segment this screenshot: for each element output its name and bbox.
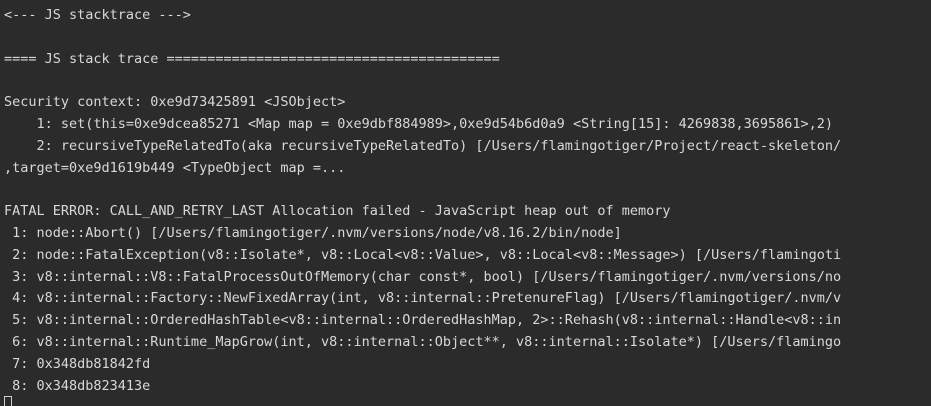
stacktrace-banner: <--- JS stacktrace --->	[4, 7, 191, 23]
native-frame-line: 4: v8::internal::Factory::NewFixedArray(…	[4, 290, 842, 307]
native-frame-line: 7: 0x348db81842fd	[4, 355, 151, 372]
stack-frame-line: 1: set(this=0xe9dcea85271 <Map map = 0xe…	[4, 115, 834, 132]
terminal-window[interactable]: <--- JS stacktrace ---> ==== JS stack tr…	[0, 0, 931, 406]
native-frame-line: 3: v8::internal::V8::FatalProcessOutOfMe…	[4, 268, 842, 285]
stack-frame-line: 2: recursiveTypeRelatedTo(aka recursiveT…	[4, 137, 842, 154]
native-frame-line: 8: 0x348db823413e	[4, 377, 151, 394]
stack-frame-continuation: ,target=0xe9d1619b449 <TypeObject map =.…	[4, 159, 346, 176]
native-frame-line: 6: v8::internal::Runtime_MapGrow(int, v8…	[4, 333, 842, 350]
native-frame-line: 1: node::Abort() [/Users/flamingotiger/.…	[4, 224, 622, 241]
fatal-error-line: FATAL ERROR: CALL_AND_RETRY_LAST Allocat…	[4, 203, 671, 220]
security-context-line: Security context: 0xe9d73425891 <JSObjec…	[4, 94, 346, 111]
native-frame-line: 2: node::FatalException(v8::Isolate*, v8…	[4, 246, 842, 263]
cursor-block	[4, 396, 12, 406]
native-frame-line: 5: v8::internal::OrderedHashTable<v8::in…	[4, 312, 842, 329]
stack-trace-header: ==== JS stack trace ====================…	[4, 50, 500, 67]
